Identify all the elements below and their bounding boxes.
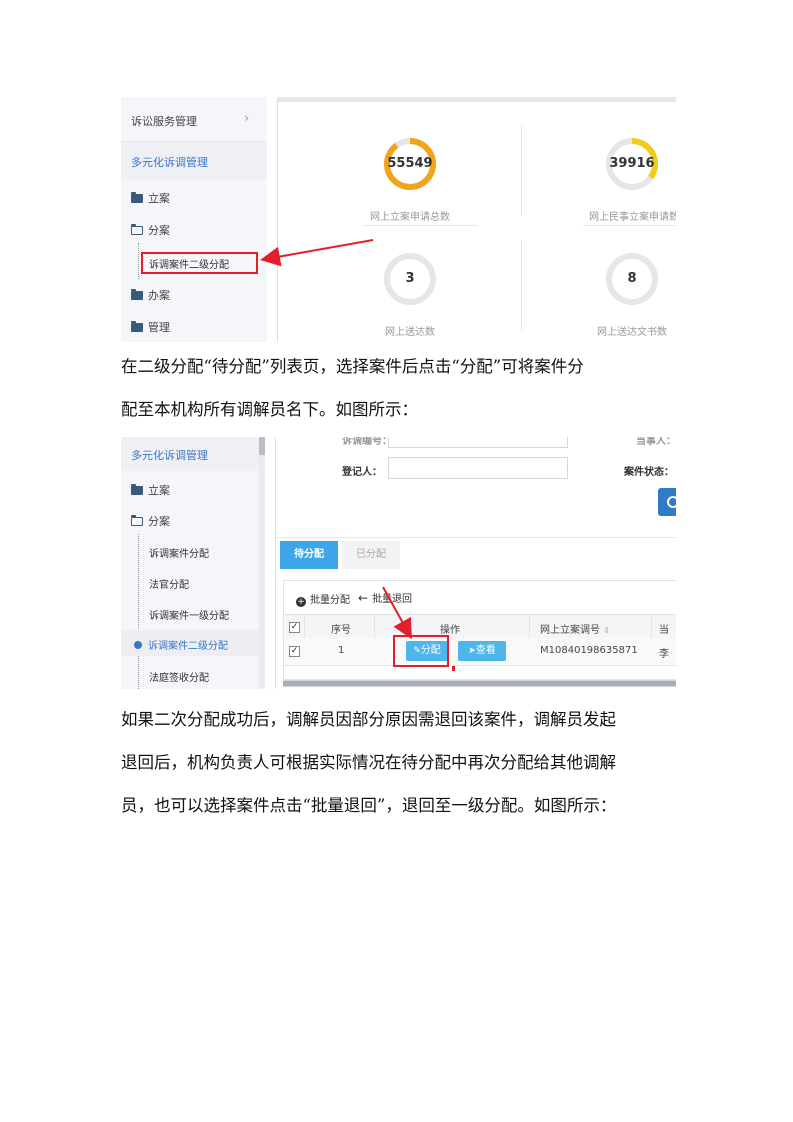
screenshot-assign-list: 多元化诉调管理 立案 分案 诉调案件分配 法官分配 诉调案件一级分配 诉调案件二… [121,437,676,689]
sidebar-subitem[interactable]: 法庭签收分配 [149,669,209,684]
paragraph-line: 退回后，机构负责人可根据实际情况在待分配中再次分配给其他调解 [121,753,616,772]
sidebar-subitem[interactable]: 法官分配 [149,576,189,591]
active-dot-icon [134,641,142,649]
tree-line [138,534,140,689]
folder-open-icon [131,515,143,526]
sidebar-item-label: 分案 [148,515,170,528]
paragraph-line: 在二级分配“待分配”列表页，选择案件后点击“分配”可将案件分 [121,357,584,376]
sidebar-subitem-active[interactable]: 诉调案件二级分配 [121,630,259,656]
annotation-arrow [382,586,412,640]
sidebar-subitem[interactable]: 诉调案件分配 [149,545,209,560]
folder-icon [131,484,143,495]
sidebar-item-label: 立案 [148,484,170,497]
sidebar-gutter [265,437,276,689]
paragraph-line: 如果二次分配成功后，调解员因部分原因需退回该案件，调解员发起 [121,710,616,729]
sidebar-item-label: 诉调案件二级分配 [148,641,228,652]
sidebar-subitem[interactable]: 诉调案件一级分配 [149,607,229,622]
sidebar: 多元化诉调管理 立案 分案 诉调案件分配 法官分配 诉调案件一级分配 诉调案件二… [121,437,259,689]
screenshot-stats-dashboard: 诉讼服务管理 › 多元化诉调管理 立案 分案 诉调案件二级分配 办案 管理 55… [121,97,676,342]
paragraph-line: 配至本机构所有调解员名下。如图所示： [121,400,418,419]
annotation-arrow [260,239,374,267]
sidebar-item-filing[interactable]: 立案 [121,482,259,500]
sidebar-item-mediation[interactable]: 多元化诉调管理 [121,437,259,471]
sidebar-item-label: 多元化诉调管理 [131,449,208,462]
sidebar-item-distribution[interactable]: 分案 [121,513,259,531]
paragraph-line: 员，也可以选择案件点击“批量退回”，退回至一级分配。如图所示： [121,796,617,815]
main-content: 诉调编号： 当事人： 登记人： 案件状态： 待分配 已分配 + 批量分配 ← 批量退… [276,437,676,689]
